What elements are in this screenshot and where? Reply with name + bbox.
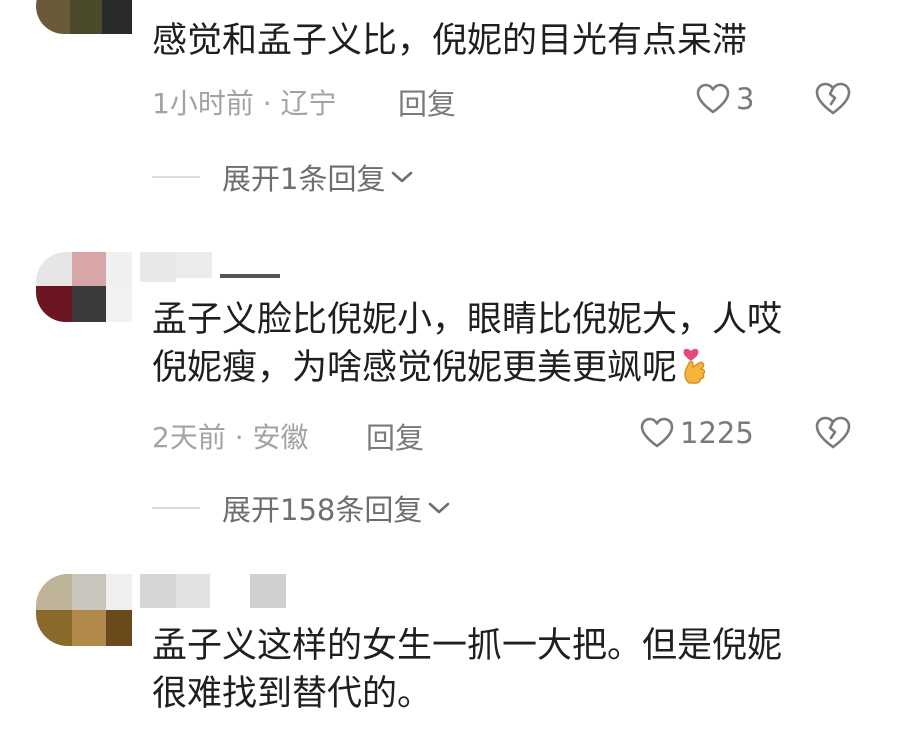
broken-heart-icon: [815, 416, 851, 449]
heart-outline-icon: [640, 417, 674, 448]
comment-text: 感觉和孟子义比，倪妮的目光有点呆滞: [152, 17, 747, 65]
comment-time: 2天前: [152, 421, 226, 454]
meta-separator: ·: [234, 421, 244, 454]
comment-location: 辽宁: [280, 87, 337, 120]
like-button[interactable]: 1225: [640, 416, 754, 450]
dislike-button[interactable]: [815, 416, 851, 450]
divider-line: [152, 507, 200, 509]
comment-text: 孟子义这样的女生一抓一大把。但是倪妮 很难找到替代的。: [152, 622, 782, 718]
comment-text-line: 倪妮瘦，为啥感觉倪妮更美更飒呢: [152, 344, 782, 398]
like-count: 1225: [680, 416, 754, 450]
comment-text-line: 孟子义脸比倪妮小，眼睛比倪妮大，人哎: [152, 300, 783, 340]
comment-location: 安徽: [252, 421, 309, 454]
expand-replies-label: 展开158条回复: [222, 493, 423, 527]
comment-text-line: 感觉和孟子义比，倪妮的目光有点呆滞: [152, 21, 748, 61]
comment-item: 孟子义这样的女生一抓一大把。但是倪妮 很难找到替代的。: [0, 570, 900, 741]
comment-text-line: 孟子义这样的女生一抓一大把。但是倪妮: [152, 626, 783, 666]
finger-heart-emoji: [681, 345, 709, 398]
comment-time: 1小时前: [152, 87, 254, 120]
comment-item: 感觉和孟子义比，倪妮的目光有点呆滞 1小时前 · 辽宁 回复 3 展开1条回复: [0, 0, 900, 210]
like-button[interactable]: 3: [696, 82, 754, 116]
avatar[interactable]: [36, 252, 132, 322]
dislike-button[interactable]: [815, 82, 851, 116]
comment-meta: 1小时前 · 辽宁: [152, 82, 337, 122]
reply-button[interactable]: 回复: [398, 81, 456, 123]
expand-replies-label: 展开1条回复: [222, 162, 386, 196]
reply-button[interactable]: 回复: [366, 415, 424, 457]
comment-text-segment: 倪妮瘦，为啥感觉倪妮更美更飒呢: [152, 348, 678, 388]
comment-text: 孟子义脸比倪妮小，眼睛比倪妮大，人哎 倪妮瘦，为啥感觉倪妮更美更飒呢: [152, 296, 782, 398]
comment-text-line: 很难找到替代的。: [152, 674, 433, 714]
broken-heart-icon: [815, 82, 851, 115]
expand-replies[interactable]: 展开1条回复: [152, 156, 413, 198]
meta-separator: ·: [262, 87, 272, 120]
like-count: 3: [736, 82, 755, 116]
username-blurred[interactable]: [140, 574, 290, 608]
divider-line: [152, 176, 200, 178]
comment-item: 孟子义脸比倪妮小，眼睛比倪妮大，人哎 倪妮瘦，为啥感觉倪妮更美更飒呢 2天前 ·…: [0, 240, 900, 540]
avatar[interactable]: [36, 0, 132, 34]
expand-replies[interactable]: 展开158条回复: [152, 487, 450, 529]
heart-outline-icon: [696, 83, 730, 114]
chevron-down-icon: [429, 502, 450, 514]
avatar[interactable]: [36, 574, 132, 646]
chevron-down-icon: [392, 171, 413, 183]
username-blurred[interactable]: [140, 252, 280, 282]
comment-meta: 2天前 · 安徽: [152, 416, 309, 456]
